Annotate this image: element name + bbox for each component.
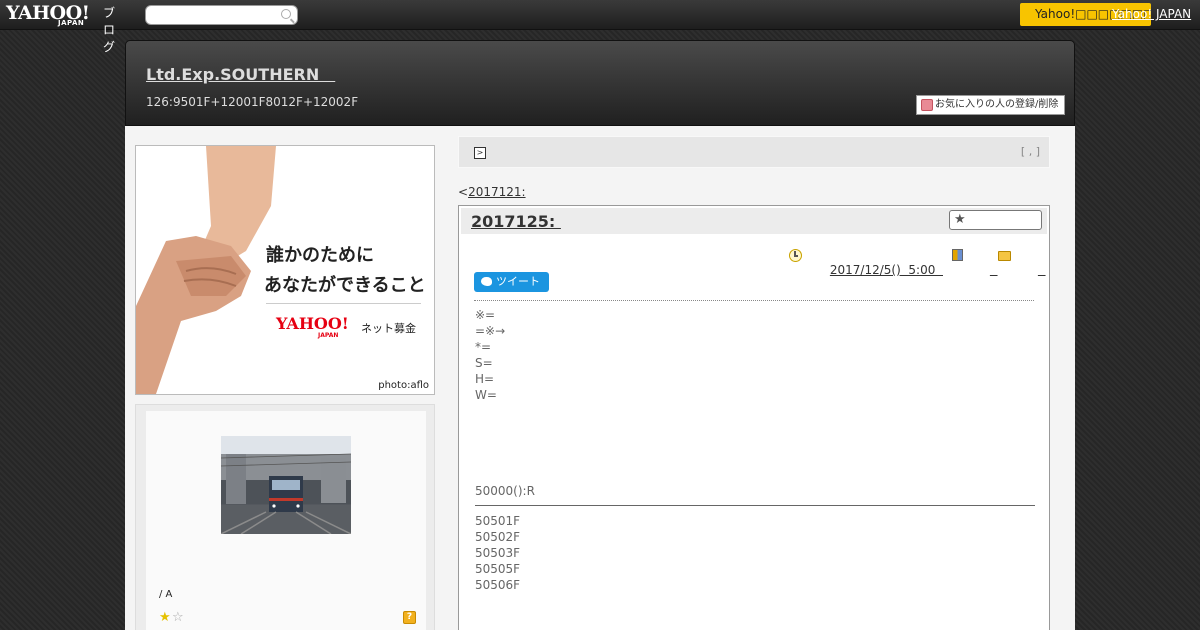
article-datetime: 2017/12/5() 5:00 xyxy=(807,249,943,291)
star-icon: ★ xyxy=(954,212,966,227)
article-nav-bar: > [ , ] xyxy=(458,136,1050,168)
ad-yahoo-logo-sub: JAPAN xyxy=(318,332,339,339)
body-line: W= xyxy=(475,388,497,402)
article-title[interactable]: 2017125: xyxy=(471,212,561,231)
folder-icon xyxy=(998,251,1011,261)
car-line: 50506F xyxy=(475,578,521,592)
article-datetime-link[interactable]: 2017/12/5() 5:00 xyxy=(830,263,943,277)
tweet-label: ツイート xyxy=(496,275,540,288)
helping-hands-image xyxy=(136,146,276,394)
star-filled-icon: ★ xyxy=(159,610,171,625)
ad-headline-2: あなたができること xyxy=(264,275,426,296)
logo-blog-text: ブログ xyxy=(103,6,116,54)
body-line: *= xyxy=(475,340,492,354)
profile-inner: / A ★ ☆ ? xyxy=(146,411,426,630)
favorite-star-button[interactable]: ★ xyxy=(949,210,1042,230)
ad-photo-credit: photo:aflo xyxy=(378,380,429,391)
article-category-1-link[interactable] xyxy=(990,263,998,277)
ad-yahoo-logo: YAHOO! xyxy=(276,314,349,333)
blog-description: 126:9501F+12001F8012F+12002F xyxy=(146,95,359,109)
favorite-register-label: お気に入りの人の登録/削除 xyxy=(935,99,1059,110)
ad-banner[interactable]: 誰かのために あなたができること YAHOO! JAPAN ネット募金 phot… xyxy=(135,145,435,395)
content-area: 誰かのために あなたができること YAHOO! JAPAN ネット募金 phot… xyxy=(125,126,1075,630)
summary-line: 50000():R xyxy=(475,484,535,498)
search-icon[interactable] xyxy=(281,9,291,19)
article-divider xyxy=(474,300,1034,301)
train-photo xyxy=(221,436,351,534)
prev-article: <2017121: xyxy=(458,185,526,199)
favorite-register-button[interactable]: お気に入りの人の登録/削除 xyxy=(916,95,1065,115)
article-header: 2017125: ★ xyxy=(461,208,1047,234)
section-divider xyxy=(475,505,1035,506)
nav-arrow-button[interactable]: > xyxy=(474,147,486,159)
blog-title[interactable]: Ltd.Exp.SOUTHERN xyxy=(146,61,335,85)
global-header: YAHOO! JAPAN ブログ Yahoo!□□□□□□□ Yahoo! JA… xyxy=(0,0,1200,54)
ad-headline-1: 誰かのために xyxy=(266,245,374,266)
prev-article-link[interactable]: 2017121: xyxy=(468,185,526,199)
tweet-button[interactable]: ツイート xyxy=(474,272,549,292)
star-empty-icon: ☆ xyxy=(172,610,184,625)
ad-service-name: ネット募金 xyxy=(361,322,416,335)
help-icon[interactable]: ? xyxy=(403,611,416,624)
yahoo-japan-link[interactable]: Yahoo! JAPAN xyxy=(1112,7,1191,21)
profile-photo[interactable] xyxy=(221,436,351,534)
body-line: H= xyxy=(475,372,495,386)
article: 2017125: ★ 2017/12/5() 5:00 ツイート ※= =※→ … xyxy=(458,205,1050,630)
car-line: 50503F xyxy=(475,546,521,560)
book-icon xyxy=(952,249,963,261)
profile-name: / A xyxy=(159,589,173,600)
body-line: =※→ xyxy=(475,324,506,338)
search-box xyxy=(145,5,298,27)
body-line: S= xyxy=(475,356,493,370)
car-line: 50502F xyxy=(475,530,521,544)
nav-right-text: [ , ] xyxy=(1020,145,1040,158)
article-category-1 xyxy=(967,249,998,291)
article-category-2-link[interactable] xyxy=(1038,263,1046,277)
article-category-2 xyxy=(1015,249,1046,291)
yahoo-blog-logo[interactable]: YAHOO! JAPAN ブログ xyxy=(6,2,115,54)
blog-header: Ltd.Exp.SOUTHERN 126:9501F+12001F8012F+1… xyxy=(125,40,1075,126)
search-input[interactable] xyxy=(152,8,282,27)
logo-sub-text: JAPAN xyxy=(58,19,85,27)
prev-article-prefix: < xyxy=(458,185,469,199)
body-line: ※= xyxy=(475,308,496,322)
heart-icon xyxy=(921,99,933,111)
ad-divider xyxy=(266,303,421,304)
car-line: 50505F xyxy=(475,562,521,576)
clock-icon xyxy=(789,249,802,262)
twitter-bird-icon xyxy=(481,277,492,286)
profile-box: / A ★ ☆ ? xyxy=(135,404,435,630)
car-line: 50501F xyxy=(475,514,521,528)
